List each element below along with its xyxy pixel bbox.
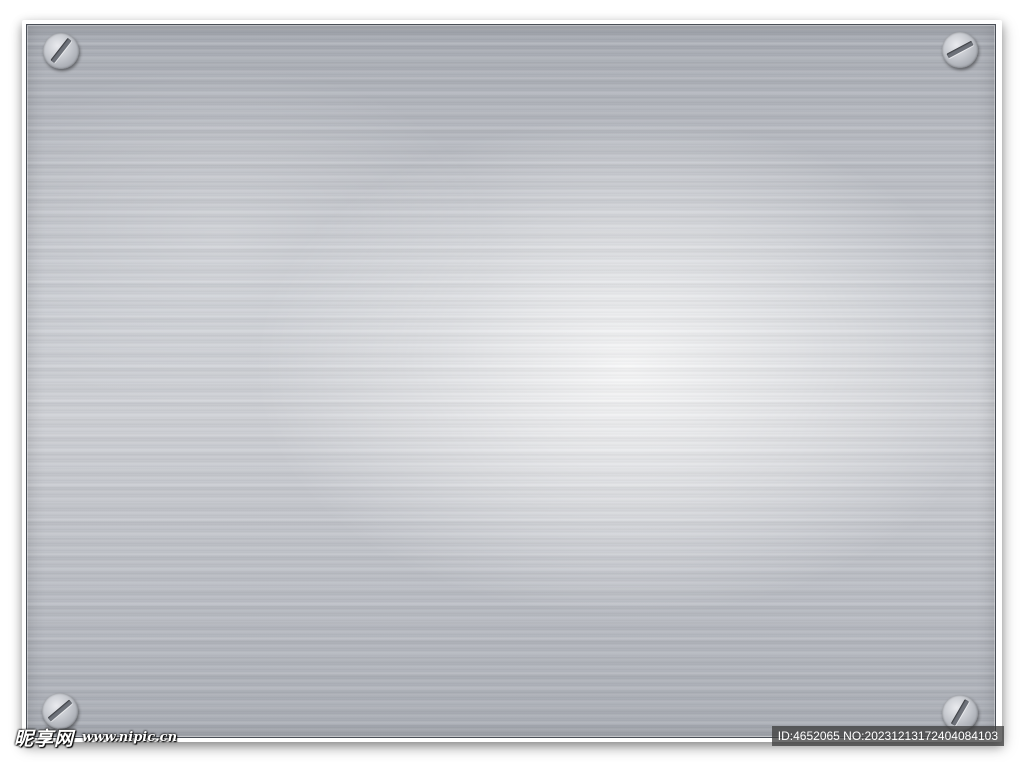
plate-bevel [27, 25, 995, 737]
watermark-id: ID:4652065 NO:20231213172404084103 [771, 726, 1004, 746]
metal-plate [26, 24, 996, 738]
watermark-brand: 昵享网 www.nipic.cn [14, 722, 177, 752]
screw-top-left-icon [43, 33, 79, 69]
watermark-brand-text: 昵享网 [14, 727, 75, 750]
screw-top-right-icon [942, 32, 978, 68]
watermark-url: www.nipic.cn [82, 729, 178, 745]
